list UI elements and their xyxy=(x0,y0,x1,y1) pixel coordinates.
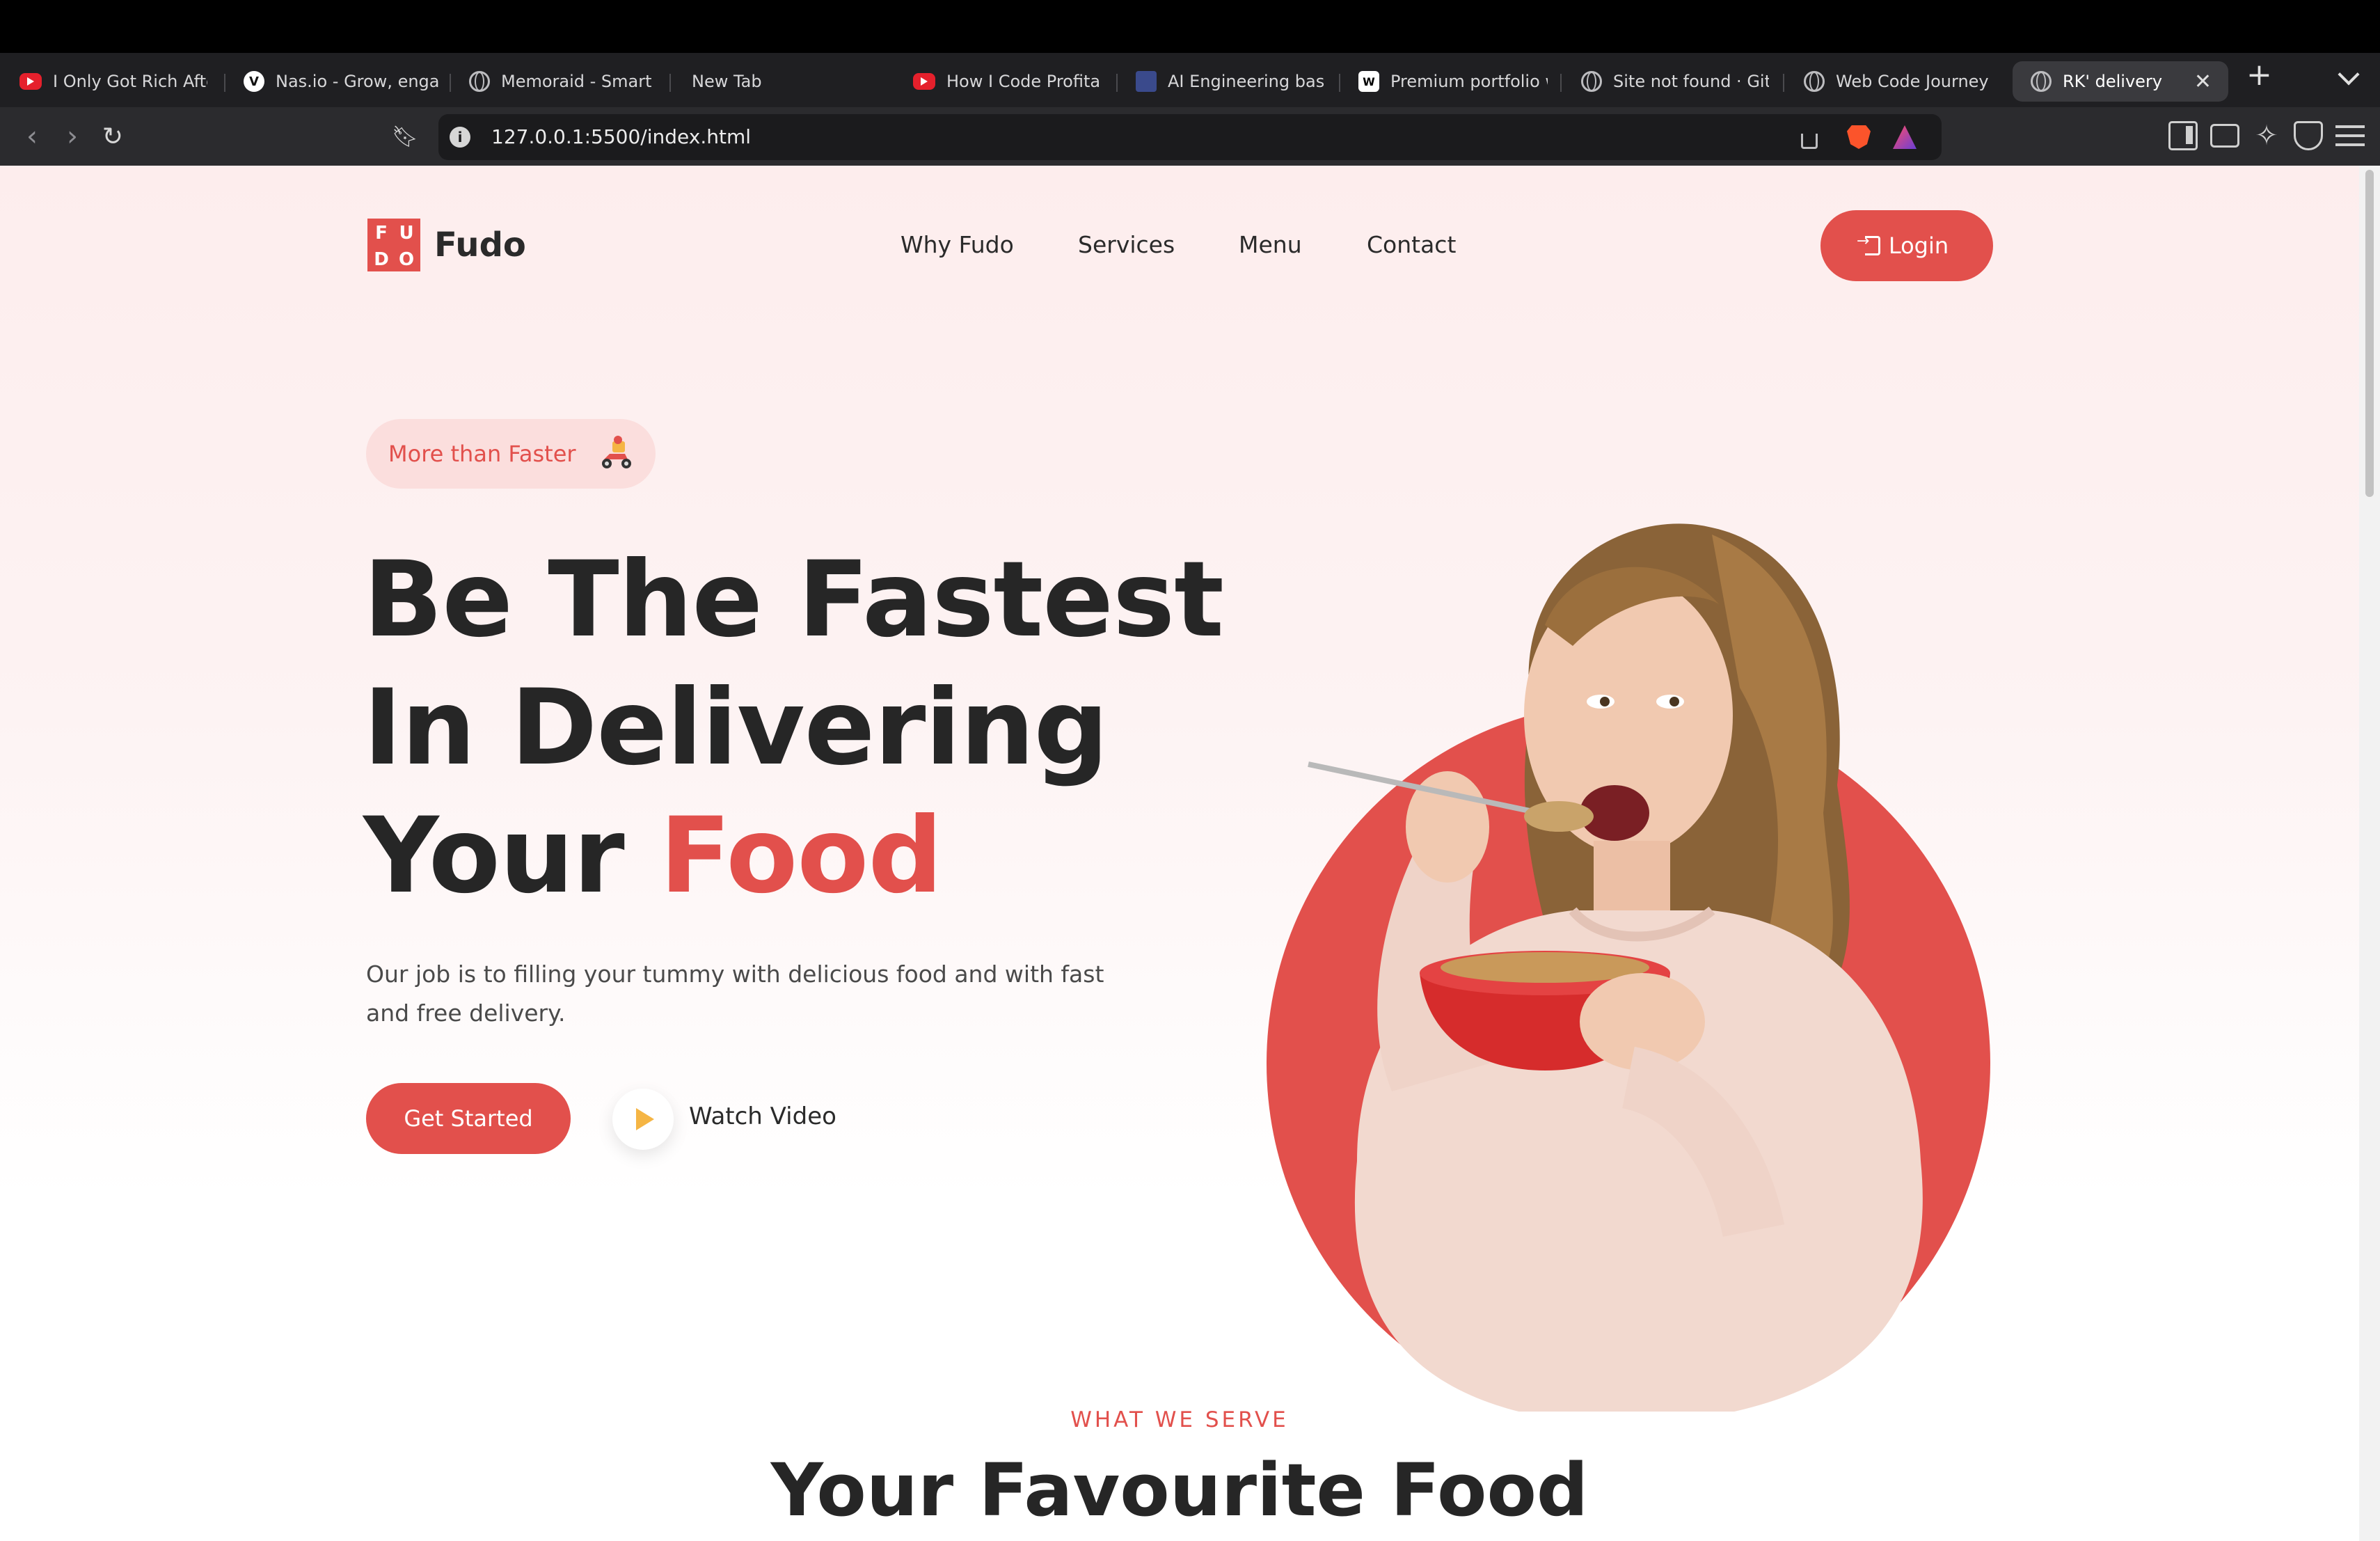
section-kicker: WHAT WE SERVE xyxy=(1070,1407,1289,1432)
tab-separator xyxy=(1560,74,1562,92)
hero-image xyxy=(1267,523,1990,1412)
browser-tab[interactable]: New Tab xyxy=(692,61,859,102)
web-page: F U D O Fudo Why Fudo Services Menu Cont… xyxy=(0,166,2359,1541)
hero-description: Our job is to filling your tummy with de… xyxy=(366,961,1104,1027)
nasio-icon xyxy=(244,71,264,92)
logo-letter: F xyxy=(375,223,388,244)
tab-separator xyxy=(1783,74,1784,92)
close-icon[interactable]: ✕ xyxy=(2194,70,2212,94)
new-tab-button[interactable]: + xyxy=(2246,60,2272,90)
browser-tab[interactable]: Web Code Journey xyxy=(1804,61,1999,102)
browser-tab[interactable]: Premium portfolio w xyxy=(1358,61,1548,102)
address-bar[interactable]: i 127.0.0.1:5500/index.html xyxy=(438,114,1942,160)
hero-title-line: Be The Fastest xyxy=(363,539,1224,661)
share-icon[interactable] xyxy=(1801,134,1818,149)
nav-services[interactable]: Services xyxy=(1078,231,1175,258)
watch-video-link[interactable]: Watch Video xyxy=(689,1103,836,1130)
browser-tab[interactable]: Memoraid - Smart F xyxy=(469,61,657,102)
back-icon[interactable]: ‹ xyxy=(17,120,47,152)
section-title: Your Favourite Food xyxy=(770,1448,1589,1533)
browser-tab[interactable]: How I Code Profital xyxy=(913,61,1101,102)
badge-label: More than Faster xyxy=(388,441,576,467)
hero-title: Be The Fastest In Delivering Your Food xyxy=(363,536,1224,920)
hero-title-highlight: Food xyxy=(659,796,943,917)
browser-tab-active[interactable]: RK' delivery ✕ xyxy=(2013,61,2228,102)
leo-ai-icon[interactable]: ✧ xyxy=(2252,121,2281,150)
globe-icon xyxy=(469,71,490,92)
tagline-badge: More than Faster xyxy=(366,419,656,489)
sidebar-icon[interactable] xyxy=(2168,121,2198,150)
login-label: Login xyxy=(1888,232,1949,259)
globe-icon xyxy=(1581,71,1602,92)
nav-why-fudo[interactable]: Why Fudo xyxy=(901,231,1014,258)
logo-letter: D xyxy=(374,249,389,270)
url-text[interactable]: 127.0.0.1:5500/index.html xyxy=(491,125,751,148)
youtube-icon xyxy=(913,73,935,90)
scrollbar-thumb[interactable] xyxy=(2365,170,2374,497)
reload-icon[interactable]: ↻ xyxy=(97,121,128,152)
page-scrollbar[interactable] xyxy=(2359,166,2380,1541)
ai-icon xyxy=(1136,71,1157,92)
globe-icon xyxy=(2031,71,2052,92)
scooter-icon xyxy=(602,436,631,468)
browser-tab[interactable]: Nas.io - Grow, enga xyxy=(244,61,438,102)
tab-separator xyxy=(224,74,225,92)
login-button[interactable]: Login xyxy=(1820,210,1993,281)
brave-shield-icon[interactable] xyxy=(1847,125,1871,149)
site-logo[interactable]: F U D O Fudo xyxy=(367,219,526,271)
browser-toolbar: ‹ › ↻ 🔖︎ i 127.0.0.1:5500/index.html ✧ xyxy=(0,107,2380,166)
menu-icon[interactable] xyxy=(2335,125,2365,146)
hero-title-word: Your xyxy=(363,796,660,917)
youtube-icon xyxy=(19,73,42,90)
get-started-button[interactable]: Get Started xyxy=(366,1083,571,1154)
login-icon xyxy=(1857,232,1880,255)
logo-letter: U xyxy=(399,223,414,244)
tab-separator xyxy=(1116,74,1118,92)
bookmark-icon[interactable]: 🔖︎ xyxy=(390,121,420,152)
tab-separator xyxy=(450,74,451,92)
logo-letter: O xyxy=(398,249,415,270)
screen-top-bar xyxy=(0,0,2380,53)
tab-separator xyxy=(669,74,671,92)
browser-tab-bar: I Only Got Rich Afte Nas.io - Grow, enga… xyxy=(0,53,2380,107)
tab-separator xyxy=(1339,74,1340,92)
globe-icon xyxy=(1804,71,1825,92)
nav-contact[interactable]: Contact xyxy=(1367,231,1456,258)
play-icon[interactable] xyxy=(612,1089,674,1150)
info-icon[interactable]: i xyxy=(450,127,470,148)
browser-tab[interactable]: AI Engineering basi xyxy=(1136,61,1324,102)
browser-tab[interactable]: I Only Got Rich Afte xyxy=(19,61,207,102)
browser-tab[interactable]: Site not found · Gith xyxy=(1581,61,1769,102)
forward-icon[interactable]: › xyxy=(57,120,88,152)
nav-menu[interactable]: Menu xyxy=(1239,231,1302,258)
hero-title-line: Your Food xyxy=(363,792,1223,920)
brave-rewards-icon[interactable] xyxy=(1893,125,1917,149)
logo-text: Fudo xyxy=(434,226,526,264)
premium-icon xyxy=(1358,71,1379,92)
wallet-icon[interactable] xyxy=(2210,124,2239,148)
hero-title-line: In Delivering xyxy=(363,667,1109,789)
logo-mark: F U D O xyxy=(367,219,420,271)
vpn-shield-icon[interactable] xyxy=(2294,121,2323,150)
